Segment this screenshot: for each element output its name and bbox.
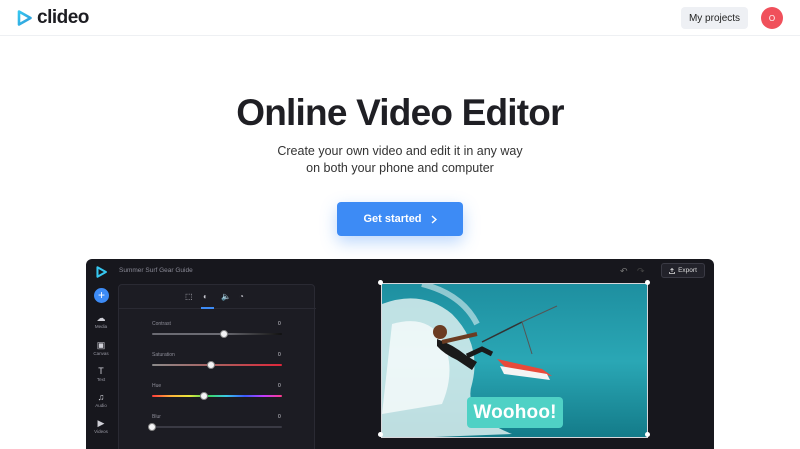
page-title: Online Video Editor xyxy=(236,92,564,133)
text-icon: T xyxy=(98,366,104,376)
crop-icon[interactable]: ⬚ xyxy=(185,292,193,301)
saturation-knob[interactable] xyxy=(206,361,215,369)
export-label: Export xyxy=(678,267,697,274)
clideo-logo[interactable]: clideo xyxy=(17,7,89,29)
hero-subtitle-line-1: Create your own video and edit it in any… xyxy=(277,144,523,158)
video-preview[interactable]: Woohoo! xyxy=(381,283,648,438)
editor-logo-icon xyxy=(96,265,107,283)
resize-handle-top-right[interactable] xyxy=(645,280,650,285)
hue-knob[interactable] xyxy=(200,392,208,400)
brand-name: clideo xyxy=(37,7,89,28)
sidebar-item-canvas[interactable]: ▣ Canvas xyxy=(86,340,116,356)
upload-icon: ☁ xyxy=(96,313,106,323)
editor-sidebar: + ☁ Media ▣ Canvas T Text ♫ Audio ▶ Vide… xyxy=(86,285,116,449)
audio-icon: ♫ xyxy=(97,392,105,402)
undo-icon[interactable]: ↶ xyxy=(620,266,628,277)
adjust-panel: ⬚ ◐ 🔈 ◔ Contrast 0 Saturation 0 Hue 0 Bl… xyxy=(118,284,316,449)
videos-icon: ▶ xyxy=(97,418,105,428)
project-title[interactable]: Summer Surf Gear Guide xyxy=(119,267,193,274)
sidebar-item-text[interactable]: T Text xyxy=(86,366,116,382)
volume-icon[interactable]: 🔈 xyxy=(221,292,231,301)
my-projects-button[interactable]: My projects xyxy=(681,7,748,29)
get-started-button[interactable]: Get started xyxy=(337,202,463,236)
sidebar-item-audio[interactable]: ♫ Audio xyxy=(86,392,116,408)
top-nav: clideo My projects O xyxy=(0,0,800,36)
export-button[interactable]: Export xyxy=(661,263,705,278)
hero-subtitle: Create your own video and edit it in any… xyxy=(0,143,800,177)
canvas-icon: ▣ xyxy=(96,340,106,350)
export-icon xyxy=(669,267,675,274)
adjust-icon[interactable]: ◐ xyxy=(203,292,208,301)
sidebar-item-videos[interactable]: ▶ Videos xyxy=(86,418,116,434)
play-logo-icon xyxy=(17,10,32,26)
blur-knob[interactable] xyxy=(148,423,156,431)
speed-icon[interactable]: ◔ xyxy=(239,292,244,301)
avatar[interactable]: O xyxy=(761,7,783,29)
redo-icon[interactable]: ↷ xyxy=(637,266,645,277)
text-overlay[interactable]: Woohoo! xyxy=(467,397,563,428)
editor-preview: Summer Surf Gear Guide ↶ ↷ Export + ☁ Me… xyxy=(86,259,714,449)
active-tab-indicator xyxy=(201,307,214,309)
panel-tabs: ⬚ ◐ 🔈 ◔ xyxy=(119,285,316,309)
hero-subtitle-line-2: on both your phone and computer xyxy=(306,161,494,175)
resize-handle-top-left[interactable] xyxy=(378,280,383,285)
get-started-label: Get started xyxy=(363,213,422,225)
contrast-knob[interactable] xyxy=(219,330,228,338)
chevron-right-icon xyxy=(431,214,437,224)
sidebar-item-media[interactable]: ☁ Media xyxy=(86,313,116,329)
add-media-button[interactable]: + xyxy=(94,288,109,303)
